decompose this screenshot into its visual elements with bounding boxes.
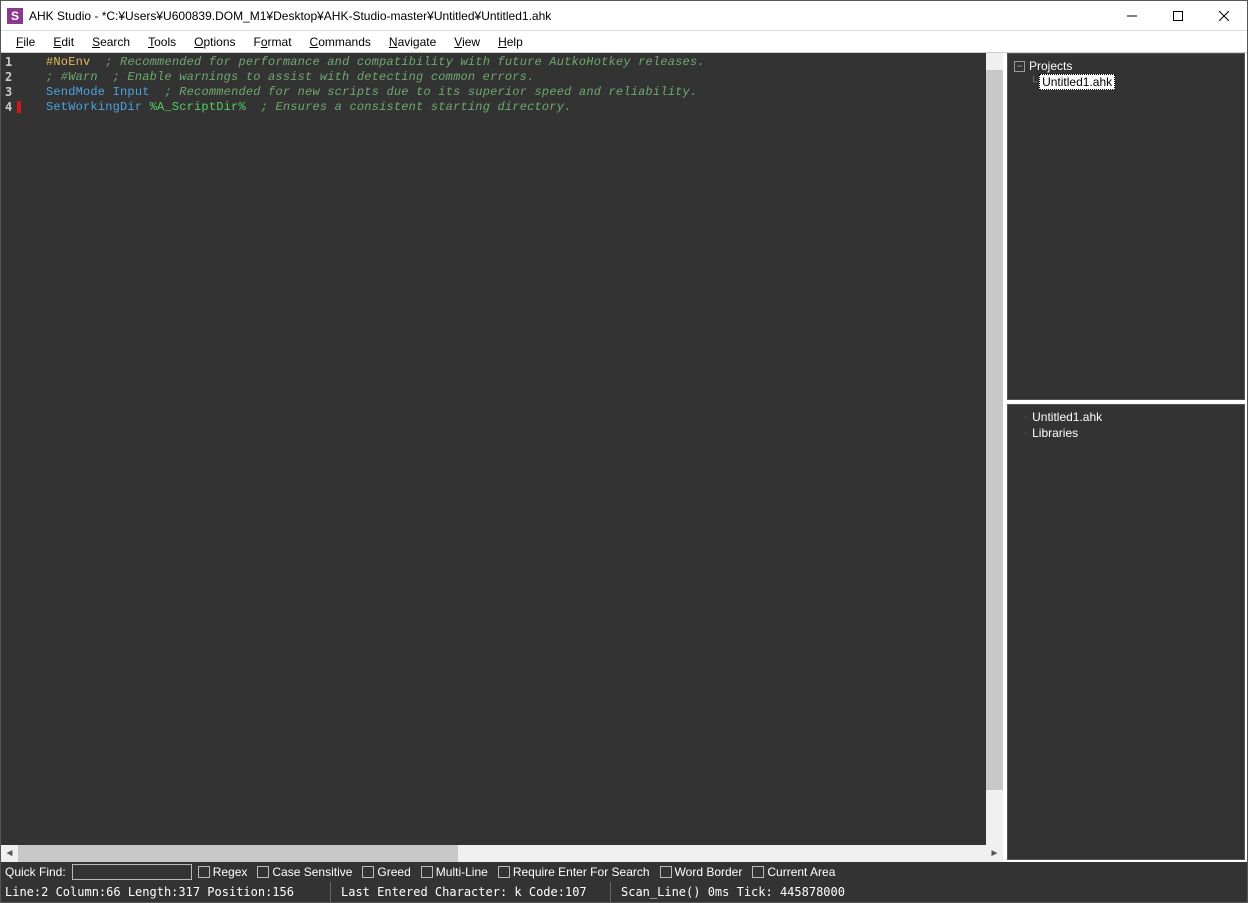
quickfind-check-case-sensitive[interactable]: Case Sensitive <box>257 865 352 879</box>
editor-wrap: 1234 #NoEnv ; Recommended for performanc… <box>1 53 1003 862</box>
project-item-selected[interactable]: Untitled1.ahk <box>1039 74 1115 90</box>
quickfind-check-multi-line[interactable]: Multi-Line <box>421 865 488 879</box>
checkbox-label: Word Border <box>675 865 743 879</box>
quickfind-check-require-enter-for-search[interactable]: Require Enter For Search <box>498 865 650 879</box>
checkbox-label: Regex <box>213 865 248 879</box>
titlebar: S AHK Studio - *C:¥Users¥U600839.DOM_M1¥… <box>1 1 1247 31</box>
line-marker-icon <box>17 101 21 113</box>
quickfind-check-current-area[interactable]: Current Area <box>752 865 835 879</box>
menu-file[interactable]: File <box>7 33 44 51</box>
code-line[interactable]: SendMode Input ; Recommended for new scr… <box>46 85 986 100</box>
minimize-button[interactable] <box>1109 1 1155 31</box>
quickfind-input[interactable] <box>72 864 192 880</box>
line-number: 2 <box>1 70 26 85</box>
menu-format[interactable]: Format <box>245 33 301 51</box>
code-area[interactable]: #NoEnv ; Recommended for performance and… <box>26 53 986 845</box>
expand-icon[interactable]: − <box>1014 61 1025 72</box>
menu-edit[interactable]: Edit <box>44 33 83 51</box>
menu-view[interactable]: View <box>445 33 489 51</box>
close-button[interactable] <box>1201 1 1247 31</box>
menu-help[interactable]: Help <box>489 33 532 51</box>
checkbox-icon <box>198 866 210 878</box>
explorer-item[interactable]: · Libraries <box>1014 425 1238 441</box>
projects-panel[interactable]: − Projects └ Untitled1.ahk <box>1007 53 1245 400</box>
checkbox-label: Case Sensitive <box>272 865 352 879</box>
tree-connector-icon: └ <box>1030 77 1037 88</box>
checkbox-label: Current Area <box>767 865 835 879</box>
quickfind-check-word-border[interactable]: Word Border <box>660 865 743 879</box>
maximize-button[interactable] <box>1155 1 1201 31</box>
app-icon: S <box>7 8 23 24</box>
status-scan: Scan_Line() 0ms Tick: 445878000 <box>611 882 1247 902</box>
menu-commands[interactable]: Commands <box>301 33 380 51</box>
quickfind-bar: Quick Find: Regex Case Sensitive Greed Mult… <box>1 862 1247 882</box>
horizontal-scrollbar[interactable]: ◄ ► <box>1 845 1003 862</box>
line-number: 1 <box>1 55 26 70</box>
side-column: − Projects └ Untitled1.ahk · Untitled1.a… <box>1003 53 1247 862</box>
code-line[interactable]: ; #Warn ; Enable warnings to assist with… <box>46 70 986 85</box>
vertical-scrollbar[interactable] <box>986 53 1003 845</box>
projects-title: Projects <box>1029 59 1072 73</box>
tree-connector-icon: · <box>1024 412 1030 423</box>
status-position: Line:2 Column:66 Length:317 Position:156 <box>1 882 331 902</box>
quickfind-check-greed[interactable]: Greed <box>362 865 410 879</box>
status-lastchar: Last Entered Character: k Code:107 <box>331 882 611 902</box>
main-area: 1234 #NoEnv ; Recommended for performanc… <box>1 53 1247 862</box>
menu-navigate[interactable]: Navigate <box>380 33 445 51</box>
checkbox-icon <box>362 866 374 878</box>
window-title: AHK Studio - *C:¥Users¥U600839.DOM_M1¥De… <box>29 9 1109 23</box>
quickfind-label: Quick Find: <box>5 865 66 879</box>
code-line[interactable]: SetWorkingDir %A_ScriptDir% ; Ensures a … <box>46 100 986 115</box>
explorer-panel[interactable]: · Untitled1.ahk· Libraries <box>1007 404 1245 860</box>
line-gutter: 1234 <box>1 53 26 845</box>
line-number: 3 <box>1 85 26 100</box>
menu-search[interactable]: Search <box>83 33 139 51</box>
menubar: File Edit Search Tools Options Format Co… <box>1 31 1247 53</box>
quickfind-check-regex[interactable]: Regex <box>198 865 248 879</box>
checkbox-label: Greed <box>377 865 410 879</box>
checkbox-icon <box>257 866 269 878</box>
code-line[interactable]: #NoEnv ; Recommended for performance and… <box>46 55 986 70</box>
checkbox-icon <box>421 866 433 878</box>
line-number: 4 <box>1 100 26 115</box>
checkbox-label: Require Enter For Search <box>513 865 650 879</box>
status-bar: Line:2 Column:66 Length:317 Position:156… <box>1 882 1247 902</box>
menu-options[interactable]: Options <box>185 33 244 51</box>
tree-connector-icon: · <box>1024 428 1030 439</box>
window-controls <box>1109 1 1247 31</box>
editor-pane[interactable]: 1234 #NoEnv ; Recommended for performanc… <box>1 53 1003 845</box>
explorer-item[interactable]: · Untitled1.ahk <box>1014 409 1238 425</box>
checkbox-icon <box>660 866 672 878</box>
menu-tools[interactable]: Tools <box>139 33 185 51</box>
checkbox-icon <box>752 866 764 878</box>
checkbox-label: Multi-Line <box>436 865 488 879</box>
checkbox-icon <box>498 866 510 878</box>
